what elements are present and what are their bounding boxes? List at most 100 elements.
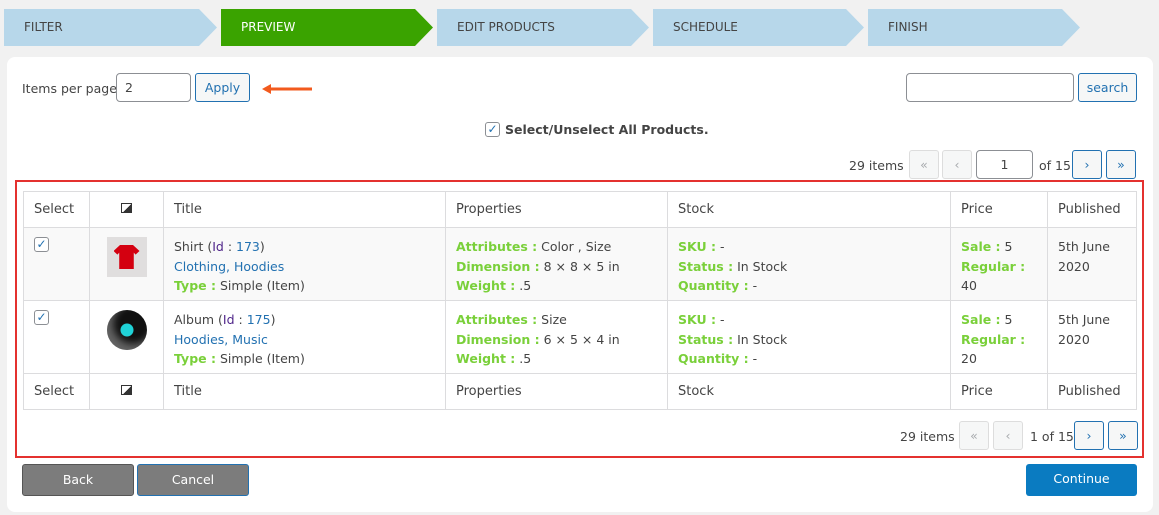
products-table-highlight: Select Title Properties Stock Price Publ…	[15, 180, 1144, 458]
table-footer-header: Select Title Properties Stock Price Publ…	[23, 373, 1137, 410]
row-checkbox[interactable]: ✓	[34, 310, 49, 325]
regular-price: 20	[961, 351, 977, 366]
col-image	[89, 373, 164, 410]
col-price: Price	[950, 191, 1048, 228]
step-filter[interactable]: FILTER	[4, 9, 217, 46]
sale-label: Sale :	[961, 239, 1001, 254]
col-title: Title	[163, 191, 446, 228]
next-page-button[interactable]: ›	[1072, 150, 1102, 179]
sale-label: Sale :	[961, 312, 1001, 327]
status-value: In Stock	[737, 331, 788, 347]
sku-label: SKU :	[678, 239, 716, 254]
dimension-label: Dimension :	[456, 258, 540, 274]
select-all-checkbox[interactable]: ✓	[485, 122, 500, 137]
last-page-button[interactable]: »	[1106, 150, 1136, 179]
step-label: PREVIEW	[241, 20, 296, 34]
col-select: Select	[23, 373, 90, 410]
col-price: Price	[950, 373, 1048, 410]
image-icon	[121, 385, 132, 395]
table-row: ✓ Shirt (Id : 173) Clothing, Hoodies Type …	[23, 227, 1137, 301]
table-row: ✓ Album (Id : 175) Hoodies, Music Type : S…	[23, 300, 1137, 374]
back-button[interactable]: Back	[22, 464, 134, 496]
first-page-button[interactable]: «	[909, 150, 939, 179]
product-name: Album	[174, 312, 215, 327]
dimension-value: 8 × 8 × 5 in	[543, 258, 620, 274]
quantity-label: Quantity :	[678, 351, 749, 366]
product-categories[interactable]: Hoodies, Music	[174, 330, 435, 350]
col-stock: Stock	[667, 373, 951, 410]
step-schedule[interactable]: SCHEDULE	[653, 9, 864, 46]
attributes-value: Size	[541, 312, 567, 327]
attributes-label: Attributes :	[456, 312, 538, 327]
apply-button[interactable]: Apply	[195, 73, 250, 102]
prev-page-button[interactable]: ‹	[942, 150, 972, 179]
weight-label: Weight :	[456, 351, 516, 366]
status-value: In Stock	[737, 258, 788, 274]
products-table: Select Title Properties Stock Price Publ…	[23, 191, 1137, 410]
step-label: SCHEDULE	[673, 20, 738, 34]
dimension-value: 6 × 5 × 4 in	[543, 331, 620, 347]
items-per-page-label: Items per page:	[22, 81, 122, 96]
continue-button[interactable]: Continue	[1026, 464, 1137, 496]
status-label: Status :	[678, 331, 734, 347]
regular-price: 40	[961, 278, 977, 293]
sku-label: SKU :	[678, 312, 716, 327]
col-properties: Properties	[445, 191, 668, 228]
product-name: Shirt	[174, 239, 204, 254]
published-date: 5th June	[1058, 312, 1110, 327]
sale-price: 5	[1004, 312, 1013, 327]
col-published: Published	[1047, 191, 1137, 228]
weight-value: .5	[519, 351, 532, 366]
step-label: FINISH	[888, 20, 928, 34]
product-type: Simple (Item)	[219, 278, 305, 293]
prev-page-button-bottom[interactable]: ‹	[993, 421, 1023, 450]
album-thumbnail	[106, 310, 147, 350]
type-label: Type :	[174, 278, 216, 293]
page-indicator-bottom: 1 of 15	[1030, 429, 1074, 444]
search-button[interactable]: search	[1078, 73, 1137, 102]
step-edit-products[interactable]: EDIT PRODUCTS	[437, 9, 649, 46]
attributes-label: Attributes :	[456, 239, 538, 254]
step-preview[interactable]: PREVIEW	[221, 9, 433, 46]
sale-price: 5	[1004, 239, 1013, 254]
published-year: 2020	[1058, 258, 1090, 274]
step-finish[interactable]: FINISH	[868, 9, 1080, 46]
sku-value: -	[719, 239, 725, 254]
shirt-thumbnail	[106, 237, 147, 277]
items-per-page-input[interactable]: 2	[116, 73, 191, 102]
status-label: Status :	[678, 258, 734, 274]
product-categories[interactable]: Clothing, Hoodies	[174, 257, 435, 277]
product-id[interactable]: 173	[236, 239, 260, 254]
product-type: Simple (Item)	[219, 351, 305, 366]
col-image	[89, 191, 164, 228]
type-label: Type :	[174, 351, 216, 366]
step-label: EDIT PRODUCTS	[457, 20, 555, 34]
image-icon	[121, 203, 132, 213]
table-header: Select Title Properties Stock Price Publ…	[23, 191, 1137, 228]
dimension-label: Dimension :	[456, 331, 540, 347]
step-label: FILTER	[24, 20, 63, 34]
col-stock: Stock	[667, 191, 951, 228]
next-page-button-bottom[interactable]: ›	[1074, 421, 1104, 450]
wizard-steps: FILTER PREVIEW EDIT PRODUCTS SCHEDULE FI…	[4, 9, 1084, 46]
col-properties: Properties	[445, 373, 668, 410]
arrow-annotation-icon	[262, 84, 312, 94]
preview-panel: Items per page: 2 Apply search ✓ Select/…	[7, 57, 1153, 512]
id-label: Id	[222, 312, 235, 327]
select-all-label: Select/Unselect All Products.	[505, 122, 709, 137]
row-checkbox[interactable]: ✓	[34, 237, 49, 252]
page-input[interactable]: 1	[976, 150, 1033, 179]
items-count: 29 items	[849, 158, 904, 173]
quantity-value: -	[752, 351, 758, 366]
col-title: Title	[163, 373, 446, 410]
first-page-button-bottom[interactable]: «	[959, 421, 989, 450]
search-input[interactable]	[906, 73, 1074, 102]
col-published: Published	[1047, 373, 1137, 410]
id-label: Id	[212, 239, 224, 254]
published-year: 2020	[1058, 331, 1090, 347]
regular-label: Regular :	[961, 331, 1026, 347]
cancel-button[interactable]: Cancel	[137, 464, 249, 496]
page-total: of 15	[1039, 158, 1071, 173]
last-page-button-bottom[interactable]: »	[1108, 421, 1138, 450]
product-id[interactable]: 175	[247, 312, 271, 327]
